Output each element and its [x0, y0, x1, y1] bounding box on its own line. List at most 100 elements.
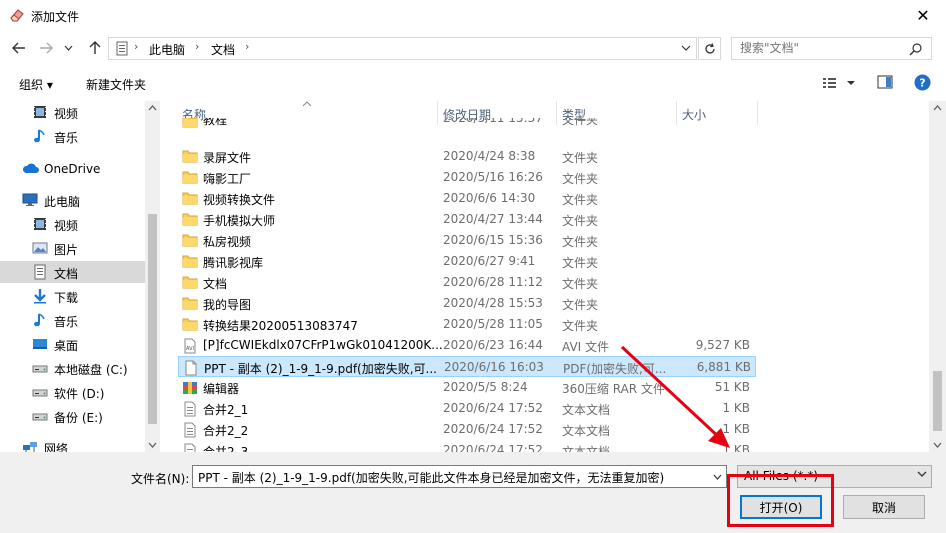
- video-icon: [32, 104, 48, 120]
- nav-item-cloud[interactable]: OneDrive: [0, 158, 145, 180]
- crumb-separator: ›: [195, 40, 200, 53]
- refresh-button[interactable]: [698, 37, 721, 60]
- nav-item-picture[interactable]: 图片: [0, 237, 145, 259]
- file-date: 2020/6/6 14:30: [443, 191, 536, 205]
- organize-menu[interactable]: 组织 ▾: [19, 76, 53, 93]
- file-type: 文本文档: [562, 424, 611, 438]
- window-title: 添加文件: [31, 10, 80, 24]
- chevron-down-icon[interactable]: [680, 42, 692, 54]
- help-button[interactable]: ?: [914, 74, 931, 94]
- file-row[interactable]: 文档 2020/6/28 11:12 文件夹: [178, 272, 756, 293]
- nav-item-video[interactable]: 视频: [0, 101, 145, 123]
- file-file-icon: [183, 360, 199, 376]
- folder-icon: [182, 118, 198, 128]
- address-bar[interactable]: › 此电脑 › 文档 ›: [108, 37, 697, 60]
- preview-pane-button[interactable]: [877, 75, 893, 92]
- file-row[interactable]: 腾讯影视库 2020/6/27 9:41 文件夹: [178, 251, 756, 272]
- nav-item-label: 下载: [54, 291, 79, 305]
- file-type: 文件夹: [562, 298, 599, 312]
- nav-item-video[interactable]: 视频: [0, 213, 145, 235]
- forward-button[interactable]: [37, 39, 55, 57]
- column-divider[interactable]: [757, 101, 758, 125]
- file-row[interactable]: 嗨影工厂 2020/5/16 16:26 文件夹: [178, 167, 756, 188]
- file-name: 转换结果20200513083747: [203, 319, 358, 333]
- new-folder-button[interactable]: 新建文件夹: [86, 76, 146, 93]
- preview-pane-icon: [877, 75, 893, 89]
- nav-item-download[interactable]: 下载: [0, 285, 145, 307]
- search-input[interactable]: [740, 41, 900, 55]
- file-size: 6,881 KB: [696, 360, 751, 374]
- file-date: 2020/6/28 11:12: [443, 275, 543, 289]
- file-row[interactable]: 教程 2020/5/11 15:37 文件夹: [178, 118, 756, 132]
- back-button[interactable]: [10, 39, 28, 57]
- txt-file-icon: [182, 422, 198, 438]
- file-row[interactable]: 手机模拟大师 2020/4/27 13:44 文件夹: [178, 209, 756, 230]
- file-type: 文件夹: [562, 118, 599, 127]
- nav-item-label: 备份 (E:): [54, 411, 103, 425]
- file-row[interactable]: 视频转换文件 2020/6/6 14:30 文件夹: [178, 188, 756, 209]
- folder-icon: [182, 149, 198, 163]
- avi-file-icon: AVI: [182, 338, 198, 354]
- nav-item-drive[interactable]: 本地磁盘 (C:): [0, 357, 145, 379]
- file-size: 1 KB: [722, 422, 750, 436]
- filename-value[interactable]: PPT - 副本 (2)_1-9_1-9.pdf(加密失败,可能此文件本身已经是…: [198, 469, 664, 486]
- file-type: AVI 文件: [562, 340, 610, 354]
- folder-icon: [182, 212, 198, 226]
- file-type: 文件夹: [562, 277, 599, 291]
- cancel-button[interactable]: 取消: [843, 495, 925, 519]
- file-row[interactable]: 录屏文件 2020/4/24 8:38 文件夹: [178, 146, 756, 167]
- filename-label: 文件名(N):: [131, 472, 190, 486]
- nav-item-music[interactable]: 音乐: [0, 309, 145, 331]
- file-row[interactable]: AVI [P]fcCWIEkdlx07CFrP1wGk01041200K... 20…: [178, 335, 756, 356]
- crumb-this-pc[interactable]: 此电脑: [149, 41, 185, 58]
- view-options-button[interactable]: [822, 76, 856, 93]
- nav-item-drive[interactable]: 软件 (D:): [0, 381, 145, 403]
- filename-dropdown[interactable]: [708, 466, 726, 487]
- file-row[interactable]: 编辑器 2020/5/5 8:24 360压缩 RAR 文件 51 KB: [178, 377, 756, 398]
- file-date: 2020/5/11 15:37: [443, 118, 543, 125]
- file-row[interactable]: 合并2_2 2020/6/24 17:52 文本文档 1 KB: [178, 419, 756, 440]
- file-date: 2020/5/5 8:24: [443, 380, 528, 394]
- chevron-down-icon[interactable]: [933, 442, 942, 448]
- txt-file-icon: [182, 401, 198, 417]
- svg-text:?: ?: [919, 77, 925, 90]
- filename-field[interactable]: PPT - 副本 (2)_1-9_1-9.pdf(加密失败,可能此文件本身已经是…: [192, 465, 727, 488]
- file-date: 2020/5/28 11:05: [443, 317, 543, 331]
- file-size: 51 KB: [714, 380, 750, 394]
- close-button[interactable]: ✕: [900, 0, 946, 31]
- nav-item-desktop[interactable]: 桌面: [0, 333, 145, 355]
- file-date: 2020/4/27 13:44: [443, 212, 543, 226]
- help-icon: ?: [914, 74, 931, 91]
- chevron-up-icon[interactable]: [933, 105, 942, 111]
- chevron-down-icon[interactable]: [148, 442, 157, 448]
- nav-scrollbar[interactable]: [145, 101, 160, 452]
- chevron-down-icon: [64, 45, 72, 51]
- recent-dropdown[interactable]: [62, 39, 74, 57]
- chevron-up-icon[interactable]: [148, 105, 157, 111]
- search-box[interactable]: [731, 37, 932, 60]
- file-row[interactable]: PPT - 副本 (2)_1-9_1-9.pdf(加密失败,可... 2020/6…: [178, 356, 756, 377]
- file-row[interactable]: 合并2_1 2020/6/24 17:52 文本文档 1 KB: [178, 398, 756, 419]
- file-name: 我的导图: [203, 298, 252, 312]
- file-date: 2020/6/15 15:36: [443, 233, 543, 247]
- scrollbar-thumb[interactable]: [933, 371, 942, 431]
- file-row[interactable]: 我的导图 2020/4/28 15:53 文件夹: [178, 293, 756, 314]
- file-row[interactable]: 转换结果20200513083747 2020/5/28 11:05 文件夹: [178, 314, 756, 335]
- nav-item-music[interactable]: 音乐: [0, 125, 145, 147]
- video-icon: [32, 216, 48, 232]
- file-type: 文本文档: [562, 403, 611, 417]
- file-name: 嗨影工厂: [203, 172, 252, 186]
- crumb-separator: ›: [245, 40, 250, 53]
- nav-item-computer[interactable]: 此电脑: [0, 189, 145, 211]
- nav-item-drive[interactable]: 备份 (E:): [0, 405, 145, 427]
- drive-icon: [32, 408, 48, 424]
- crumb-documents[interactable]: 文档: [211, 41, 235, 58]
- file-row[interactable]: 私房视频 2020/6/15 15:36 文件夹: [178, 230, 756, 251]
- scrollbar-thumb[interactable]: [148, 214, 157, 424]
- file-list-scrollbar[interactable]: [929, 101, 946, 452]
- folder-icon: [182, 275, 198, 289]
- cloud-icon: [22, 161, 39, 177]
- file-name: 视频转换文件: [203, 193, 276, 207]
- nav-item-document[interactable]: 文档: [0, 261, 145, 283]
- up-button[interactable]: [86, 39, 104, 57]
